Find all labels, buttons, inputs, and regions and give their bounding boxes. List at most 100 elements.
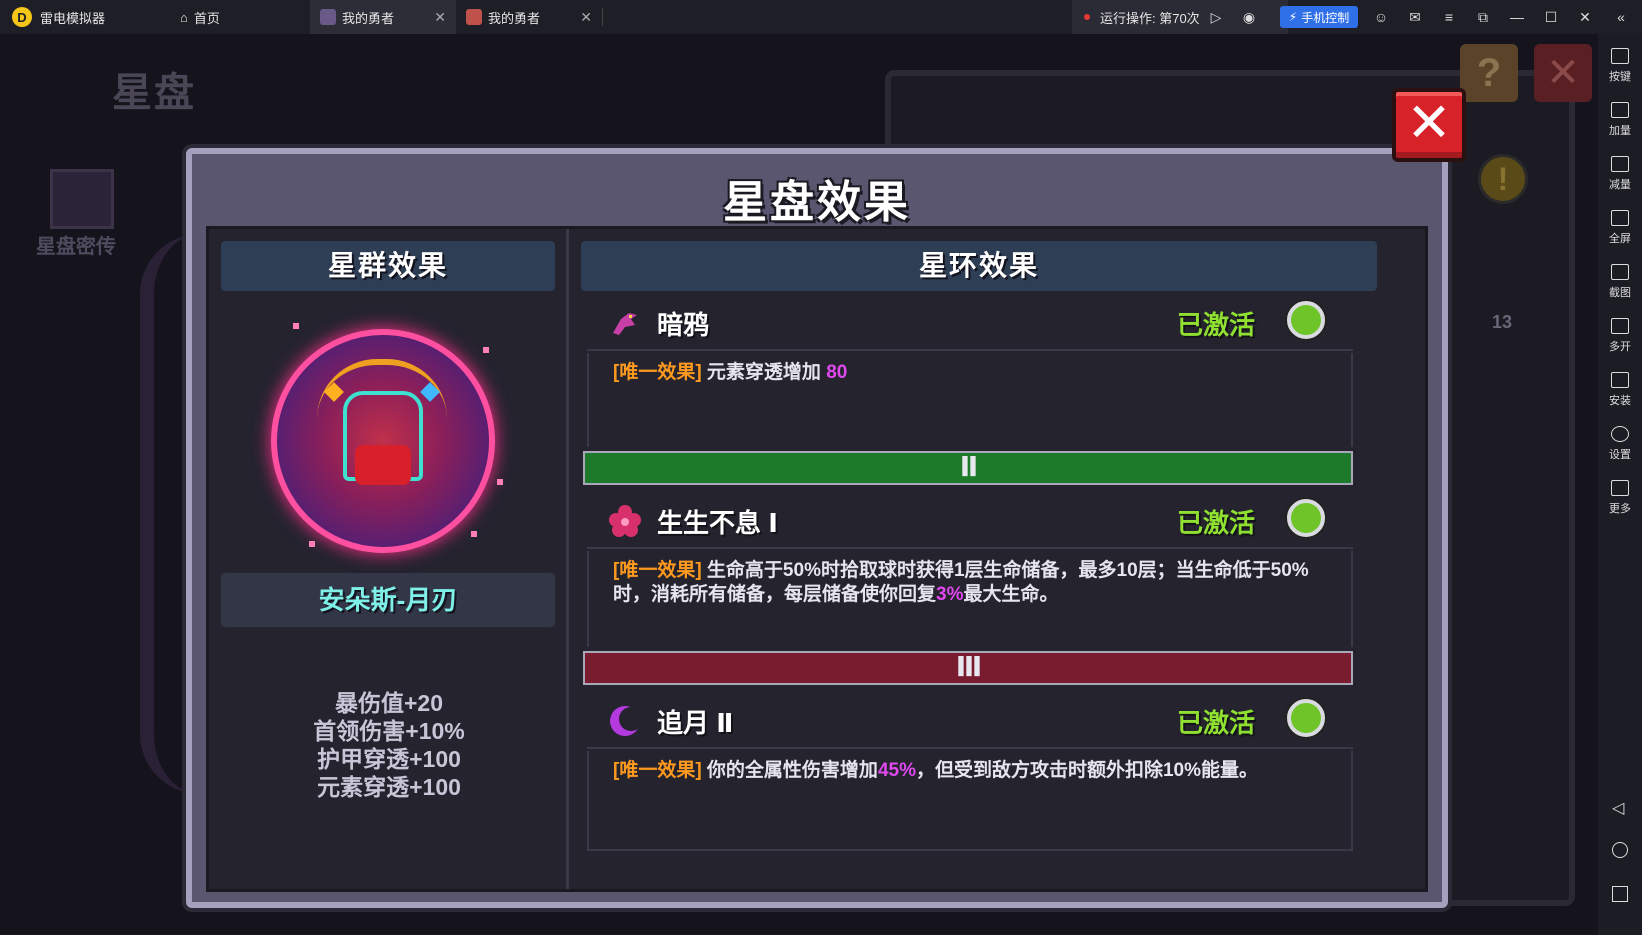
sidebar-item-fullscreen[interactable]: 全屏 [1598, 210, 1642, 246]
sidebar-item-volume-down[interactable]: 减量 [1598, 156, 1642, 192]
sidebar-item-volume-up[interactable]: 加量 [1598, 102, 1642, 138]
effect-description: [唯一效果] 生命高于50%时拾取球时获得1层生命储备，最多10层；当生命低于5… [587, 551, 1353, 647]
fullscreen-icon [1611, 210, 1629, 226]
close-tab-icon[interactable]: ✕ [580, 9, 592, 26]
active-indicator-icon [1287, 499, 1325, 537]
tab-label: 我的勇者 [342, 10, 395, 26]
stat-line: 元素穿透+100 [317, 774, 461, 800]
unique-effect-tag: [唯一效果] [613, 760, 702, 781]
app-name: 雷电模拟器 [40, 10, 106, 26]
account-icon[interactable]: ☺ [1372, 8, 1390, 26]
sidebar-label: 更多 [1609, 503, 1631, 515]
lightning-icon: ⚡ [1288, 10, 1298, 24]
star-book-icon [50, 169, 114, 229]
sidebar-label: 加量 [1609, 125, 1631, 137]
background-close-icon: ✕ [1534, 44, 1592, 102]
sidebar-item-more[interactable]: 更多 [1598, 480, 1642, 516]
active-indicator-icon [1287, 301, 1325, 339]
game-viewport: 星盘 星盘密传 ? ✕ ! 13 星盘效果 星群效果 安朵斯-月刃 暴伤值+20… [0, 34, 1598, 935]
close-window-icon[interactable]: ✕ [1576, 8, 1594, 26]
sparkle-icon [471, 531, 477, 537]
help-icon: ? [1460, 44, 1518, 102]
phone-control-button[interactable]: ⚡ 手机控制 [1280, 6, 1358, 28]
tab-divider [602, 8, 603, 26]
effect-desc-highlight: 45% [877, 760, 916, 781]
phone-control-label: 手机控制 [1301, 10, 1350, 25]
home-circle-icon[interactable] [1612, 842, 1628, 858]
recents-icon[interactable] [1612, 886, 1628, 902]
effect-desc-text: 你的全属性伤害增加 [701, 760, 878, 781]
hero-name: 安朵斯-月刃 [221, 573, 555, 627]
crescent-moon-icon [610, 706, 643, 736]
keyboard-icon [1611, 48, 1629, 64]
tab-my-hero-2[interactable]: 我的勇者 ✕ [456, 0, 602, 34]
maximize-icon[interactable]: ☐ [1542, 8, 1560, 26]
sidebar-label: 截图 [1609, 287, 1631, 299]
volume-up-icon [1611, 102, 1629, 118]
effect-row-dark-crow: 暗鸦 已激活 [587, 293, 1353, 351]
more-icon [1611, 480, 1629, 496]
volume-down-icon [1611, 156, 1629, 172]
emulator-titlebar: D 雷电模拟器 ⌂ 首页 我的勇者 ✕ 我的勇者 ✕ 运行操作: 第70次 ▷ … [0, 0, 1642, 34]
sidebar-item-keys[interactable]: 按键 [1598, 48, 1642, 84]
active-indicator-icon [1287, 699, 1325, 737]
tab-label: 首页 [193, 10, 220, 26]
tier-ii-divider: Ⅱ [583, 451, 1353, 485]
sidebar-label: 安装 [1609, 395, 1631, 407]
sidebar-item-multi-instance[interactable]: 多开 [1598, 318, 1642, 354]
effect-description: [唯一效果] 你的全属性伤害增加45%，但受到敌方攻击时额外扣除10%能量。 [587, 751, 1353, 851]
app-logo-icon: D [12, 7, 32, 27]
dialog-close-button[interactable]: ✕ [1392, 88, 1466, 162]
effect-name: 追月 Ⅱ [657, 708, 734, 738]
sidebar-label: 减量 [1609, 179, 1631, 191]
unique-effect-tag: [唯一效果] [613, 560, 702, 581]
background-title: 星盘 [112, 71, 196, 115]
flower-icon [609, 505, 641, 537]
crow-icon [613, 313, 637, 335]
tab-my-hero-1[interactable]: 我的勇者 ✕ [310, 0, 456, 34]
effect-desc-text: 元素穿透增加 [701, 362, 827, 383]
effect-status: 已激活 [1177, 708, 1256, 738]
emulator-sidebar: 按键 加量 减量 全屏 截图 多开 安装 设置 更多 ◁ [1598, 34, 1642, 935]
close-tab-icon[interactable]: ✕ [434, 9, 446, 26]
run-status-text: 运行操作: 第70次 [1100, 10, 1200, 26]
sidebar-item-screenshot[interactable]: 截图 [1598, 264, 1642, 300]
ring-effects-header: 星环效果 [581, 241, 1377, 291]
stop-icon[interactable]: ◉ [1240, 8, 1258, 26]
tier-iii-divider: Ⅲ [583, 651, 1353, 685]
star-disk-effects-dialog: 星盘效果 星群效果 安朵斯-月刃 暴伤值+20 首领伤害+10% 护甲穿透+10… [186, 148, 1448, 908]
stat-line: 护甲穿透+100 [317, 746, 461, 772]
tab-home[interactable]: ⌂ 首页 [170, 0, 310, 34]
home-icon: ⌂ [180, 9, 188, 25]
back-icon[interactable]: ◁ [1612, 798, 1628, 817]
game-app-icon [466, 9, 482, 25]
scissors-icon [1611, 264, 1629, 280]
minimize-icon[interactable]: — [1508, 8, 1526, 26]
gear-icon [1611, 426, 1629, 442]
collapse-sidebar-icon[interactable]: « [1612, 8, 1630, 26]
record-dot-icon [1084, 14, 1090, 20]
dialog-title: 星盘效果 [723, 178, 911, 227]
star-book-label: 星盘密传 [36, 236, 116, 258]
effect-row-endless-life: 生生不息 Ⅰ 已激活 [587, 491, 1353, 549]
play-icon[interactable]: ▷ [1207, 8, 1225, 26]
game-app-icon [320, 9, 336, 25]
sparkle-icon [497, 479, 503, 485]
tab-label: 我的勇者 [488, 10, 541, 26]
sidebar-item-settings[interactable]: 设置 [1598, 426, 1642, 462]
stat-line: 暴伤值+20 [334, 690, 443, 716]
constellation-stats: 暴伤值+20 首领伤害+10% 护甲穿透+100 元素穿透+100 [209, 689, 569, 801]
mail-icon[interactable]: ✉ [1406, 8, 1424, 26]
effect-status: 已激活 [1177, 508, 1256, 538]
emblem-face [355, 445, 411, 485]
sparkle-icon [293, 323, 299, 329]
stat-line: 首领伤害+10% [313, 718, 465, 744]
effect-desc-text-end: ，但受到敌方攻击时额外扣除10%能量。 [915, 760, 1258, 781]
popout-icon[interactable]: ⧉ [1474, 8, 1492, 26]
warning-icon: ! [1478, 154, 1528, 204]
ring-effects-panel: 星环效果 暗鸦 已激活 [唯一效果] 元素穿透增加 80 Ⅱ 生生不息 Ⅰ 已激… [569, 229, 1431, 889]
effect-desc-text-end: 最大生命。 [963, 584, 1059, 605]
menu-icon[interactable]: ≡ [1440, 8, 1458, 26]
sidebar-item-install-apk[interactable]: 安装 [1598, 372, 1642, 408]
sidebar-label: 全屏 [1609, 233, 1631, 245]
